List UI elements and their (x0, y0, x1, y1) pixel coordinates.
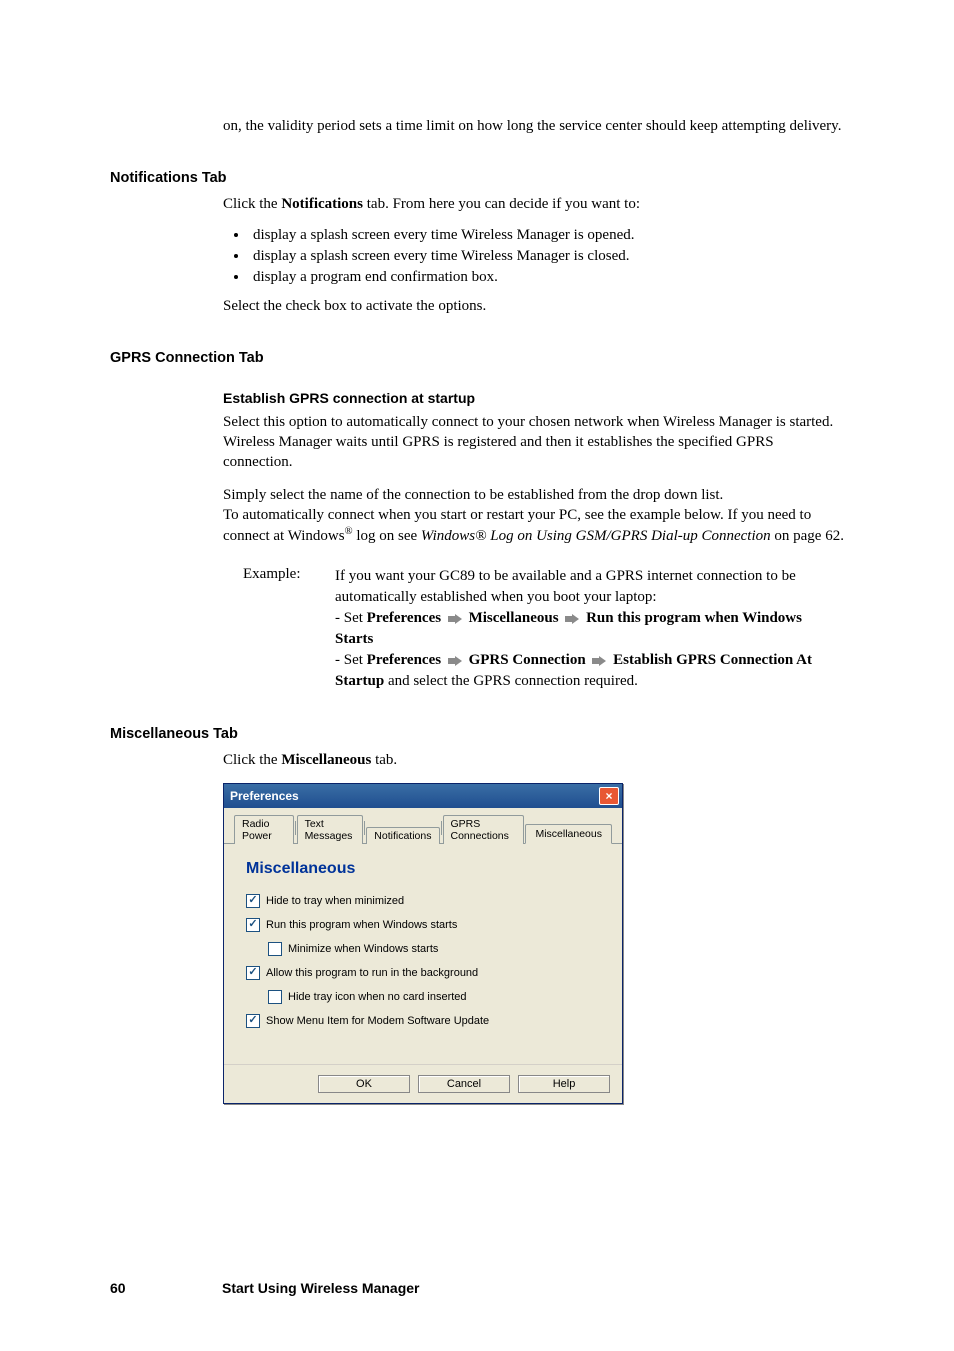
option-label: Run this program when Windows starts (266, 919, 457, 931)
option-run-background: Allow this program to run in the backgro… (246, 966, 600, 980)
text-span: tab. From here you can decide if you wan… (363, 196, 640, 212)
tab-radio-power[interactable]: Radio Power (234, 815, 294, 844)
option-label: Hide to tray when minimized (266, 895, 404, 907)
preferences-dialog: Preferences × Radio Power Text Messages … (223, 783, 623, 1104)
example-block: Example: If you want your GC89 to be ava… (223, 566, 844, 692)
option-label: Hide tray icon when no card inserted (288, 991, 467, 1003)
option-hide-tray-minimized: Hide to tray when minimized (246, 894, 600, 908)
dialog-titlebar[interactable]: Preferences × (224, 784, 622, 808)
list-item: display a splash screen every time Wirel… (249, 227, 844, 244)
ok-button[interactable]: OK (318, 1075, 410, 1093)
dialog-button-row: OK Cancel Help (224, 1064, 622, 1103)
path-segment: Preferences (367, 652, 441, 668)
arrow-right-icon (592, 656, 606, 666)
list-item: display a program end confirmation box. (249, 269, 844, 286)
option-minimize-on-start: Minimize when Windows starts (268, 942, 600, 956)
intro-block: on, the validity period sets a time limi… (223, 116, 844, 136)
tab-text-messages[interactable]: Text Messages (297, 815, 364, 844)
misc-heading: Miscellaneous Tab (110, 726, 844, 742)
checkbox[interactable] (268, 942, 282, 956)
cancel-button[interactable]: Cancel (418, 1075, 510, 1093)
tab-gprs-connections[interactable]: GPRS Connections (443, 815, 525, 844)
option-show-modem-update: Show Menu Item for Modem Software Update (246, 1014, 600, 1028)
notifications-tabname: Notifications (281, 196, 363, 212)
notifications-bullets: display a splash screen every time Wirel… (249, 227, 844, 286)
text-span: Click the (223, 752, 281, 768)
text-span: on page 62. (771, 528, 844, 544)
checkbox[interactable] (246, 966, 260, 980)
path-segment: Preferences (367, 610, 441, 626)
text-span: - Set (335, 652, 367, 668)
text-span: log on see (353, 528, 421, 544)
cross-reference: Windows® Log on Using GSM/GPRS Dial-up C… (421, 528, 771, 544)
notifications-footer: Select the check box to activate the opt… (223, 296, 844, 316)
tab-miscellaneous[interactable]: Miscellaneous (525, 824, 612, 844)
text-span: tab. (371, 752, 397, 768)
checkbox[interactable] (246, 918, 260, 932)
gprs-subheading: Establish GPRS connection at startup (223, 390, 844, 406)
help-button[interactable]: Help (518, 1075, 610, 1093)
tab-strip: Radio Power Text Messages Notifications … (224, 808, 622, 844)
gprs-body: Establish GPRS connection at startup Sel… (223, 390, 844, 693)
page: on, the validity period sets a time limi… (0, 0, 954, 1351)
text-span: - Set (335, 610, 367, 626)
checkbox[interactable] (246, 894, 260, 908)
checkbox[interactable] (268, 990, 282, 1004)
misc-tabname: Miscellaneous (281, 752, 371, 768)
option-run-on-windows-start: Run this program when Windows starts (246, 918, 600, 932)
gprs-para1: Select this option to automatically conn… (223, 412, 844, 473)
close-button[interactable]: × (599, 787, 619, 805)
misc-intro: Click the Miscellaneous tab. (223, 750, 844, 770)
path-segment: Miscellaneous (469, 610, 559, 626)
example-label: Example: (243, 566, 335, 692)
page-footer: 60 Start Using Wireless Manager (110, 1280, 420, 1296)
path-segment: GPRS Connection (469, 652, 586, 668)
misc-body: Click the Miscellaneous tab. Preferences… (223, 750, 844, 1103)
panel-heading: Miscellaneous (246, 860, 600, 878)
list-item: display a splash screen every time Wirel… (249, 248, 844, 265)
arrow-right-icon (448, 614, 462, 624)
arrow-right-icon (565, 614, 579, 624)
registered-mark: ® (345, 526, 353, 537)
close-icon: × (605, 789, 612, 803)
tab-separator (295, 821, 296, 835)
example-content: If you want your GC89 to be available an… (335, 566, 844, 692)
example-line1: If you want your GC89 to be available an… (335, 568, 796, 605)
gprs-para2: Simply select the name of the connection… (223, 485, 844, 547)
notifications-intro: Click the Notifications tab. From here y… (223, 194, 844, 214)
intro-text: on, the validity period sets a time limi… (223, 116, 844, 136)
notifications-heading: Notifications Tab (110, 170, 844, 186)
tab-separator (441, 821, 442, 835)
option-label: Show Menu Item for Modem Software Update (266, 1015, 489, 1027)
dialog-body: Miscellaneous Hide to tray when minimize… (224, 844, 622, 1064)
tab-notifications[interactable]: Notifications (366, 827, 439, 844)
checkbox[interactable] (246, 1014, 260, 1028)
footer-title: Start Using Wireless Manager (222, 1280, 420, 1296)
tab-separator (364, 821, 365, 835)
page-number: 60 (110, 1280, 162, 1296)
notifications-body: Click the Notifications tab. From here y… (223, 194, 844, 316)
option-hide-tray-no-card: Hide tray icon when no card inserted (268, 990, 600, 1004)
text-span: and select the GPRS connection required. (384, 673, 638, 689)
option-label: Allow this program to run in the backgro… (266, 967, 478, 979)
text-span: Click the (223, 196, 281, 212)
dialog-title: Preferences (230, 789, 299, 803)
text-span: Simply select the name of the connection… (223, 487, 723, 503)
option-label: Minimize when Windows starts (288, 943, 438, 955)
gprs-heading: GPRS Connection Tab (110, 350, 844, 366)
arrow-right-icon (448, 656, 462, 666)
